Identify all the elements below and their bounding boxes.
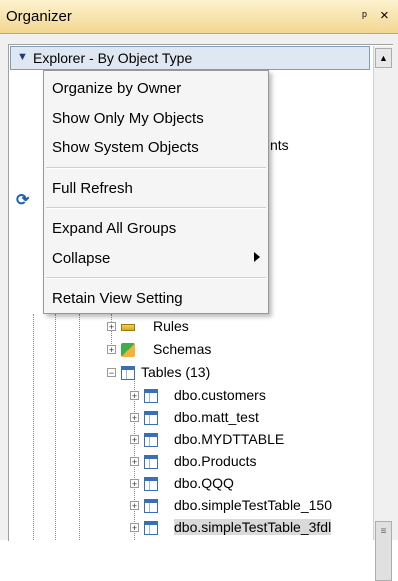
table-icon (144, 389, 158, 403)
tree-node-label: dbo.customers (174, 387, 266, 403)
tree-node-tables[interactable]: − Tables (13) (107, 363, 307, 385)
menu-item-label: Expand All Groups (52, 220, 177, 237)
tree-node-label: dbo.QQQ (174, 475, 234, 491)
tree-node-table[interactable]: + dbo.customers (130, 386, 370, 408)
menu-item-label: Show System Objects (52, 139, 199, 156)
scroll-thumb[interactable]: ≡ (375, 521, 392, 581)
table-icon (144, 499, 158, 513)
tree-node-table[interactable]: + dbo.Products (130, 452, 370, 474)
table-icon (144, 411, 158, 425)
scroll-up-button[interactable]: ▲ (375, 48, 392, 68)
vertical-scrollbar[interactable]: ▲ ≡ (373, 46, 393, 581)
tree-guide-line (79, 314, 80, 540)
tree-node-table[interactable]: + dbo.QQQ (130, 474, 370, 496)
expand-icon[interactable]: + (107, 322, 116, 332)
expand-icon[interactable]: + (130, 501, 139, 511)
tree-guide-line (55, 314, 56, 540)
menu-item-label: Organize by Owner (52, 80, 182, 97)
expand-icon[interactable]: + (130, 435, 139, 445)
menu-item-show-system-objects[interactable]: Show System Objects (44, 134, 268, 160)
schema-icon (121, 343, 135, 357)
pin-icon[interactable]: ᵖ (362, 8, 367, 23)
panel-title: Organizer (6, 8, 72, 25)
tree-node-label: dbo.simpleTestTable_3fdl (174, 519, 332, 535)
menu-item-collapse[interactable]: Collapse (44, 245, 268, 271)
tree-node-label: dbo.matt_test (174, 409, 259, 425)
close-icon[interactable]: × (380, 7, 389, 24)
tree-node-rules[interactable]: + Rules (107, 317, 307, 339)
menu-item-expand-all-groups[interactable]: Expand All Groups (44, 215, 268, 241)
tree-guide-line (33, 314, 34, 540)
table-icon (144, 433, 158, 447)
tree-node-label: Schemas (153, 341, 212, 357)
rules-icon (121, 324, 135, 331)
table-icon (121, 366, 135, 380)
menu-separator (46, 167, 266, 169)
expand-icon[interactable]: + (130, 413, 139, 423)
tree-node-label: dbo.MYDTTABLE (174, 431, 285, 447)
menu-separator (46, 207, 266, 209)
view-selector[interactable]: ▼ Explorer - By Object Type (10, 46, 370, 70)
view-selector-label: Explorer - By Object Type (33, 50, 193, 66)
menu-item-organize-by-owner[interactable]: Organize by Owner (44, 75, 268, 101)
expand-icon[interactable]: + (130, 479, 139, 489)
menu-item-label: Show Only My Objects (52, 110, 204, 127)
tree-node-schemas[interactable]: + Schemas (107, 340, 307, 362)
submenu-arrow-icon (254, 252, 260, 262)
tree-node-label: dbo.simpleTestTable_150 (174, 497, 332, 513)
menu-item-show-only-my-objects[interactable]: Show Only My Objects (44, 105, 268, 131)
expand-icon[interactable]: + (130, 523, 139, 533)
menu-separator (46, 277, 266, 279)
tree-node-table[interactable]: + dbo.matt_test (130, 408, 370, 430)
expand-icon[interactable]: + (130, 457, 139, 467)
tree-node-label: dbo.Products (174, 453, 257, 469)
tree-node-table[interactable]: + dbo.MYDTTABLE (130, 430, 370, 452)
tree-node-label: Rules (153, 318, 189, 334)
panel-titlebar: Organizer ᵖ × (0, 0, 398, 34)
expand-icon[interactable]: + (107, 345, 116, 355)
obscured-tree-text: nts (270, 137, 289, 153)
menu-item-label: Retain View Setting (52, 290, 183, 307)
table-icon (144, 477, 158, 491)
triangle-down-icon[interactable]: ▼ (17, 51, 28, 63)
menu-item-label: Collapse (52, 250, 111, 267)
tree-node-label: Tables (13) (141, 364, 211, 380)
expand-icon[interactable]: + (130, 391, 139, 401)
collapse-icon[interactable]: − (107, 368, 116, 378)
table-icon (144, 521, 158, 535)
table-icon (144, 455, 158, 469)
refresh-icon: ⟳ (16, 192, 30, 209)
tree-node-table[interactable]: + dbo.simpleTestTable_150 (130, 496, 370, 518)
context-menu: Organize by Owner Show Only My Objects S… (43, 70, 269, 314)
menu-item-full-refresh[interactable]: Full Refresh (44, 175, 268, 201)
menu-item-retain-view-setting[interactable]: Retain View Setting (44, 285, 268, 311)
tree-node-table[interactable]: + dbo.simpleTestTable_3fdl (130, 518, 370, 540)
menu-item-label: Full Refresh (52, 180, 133, 197)
